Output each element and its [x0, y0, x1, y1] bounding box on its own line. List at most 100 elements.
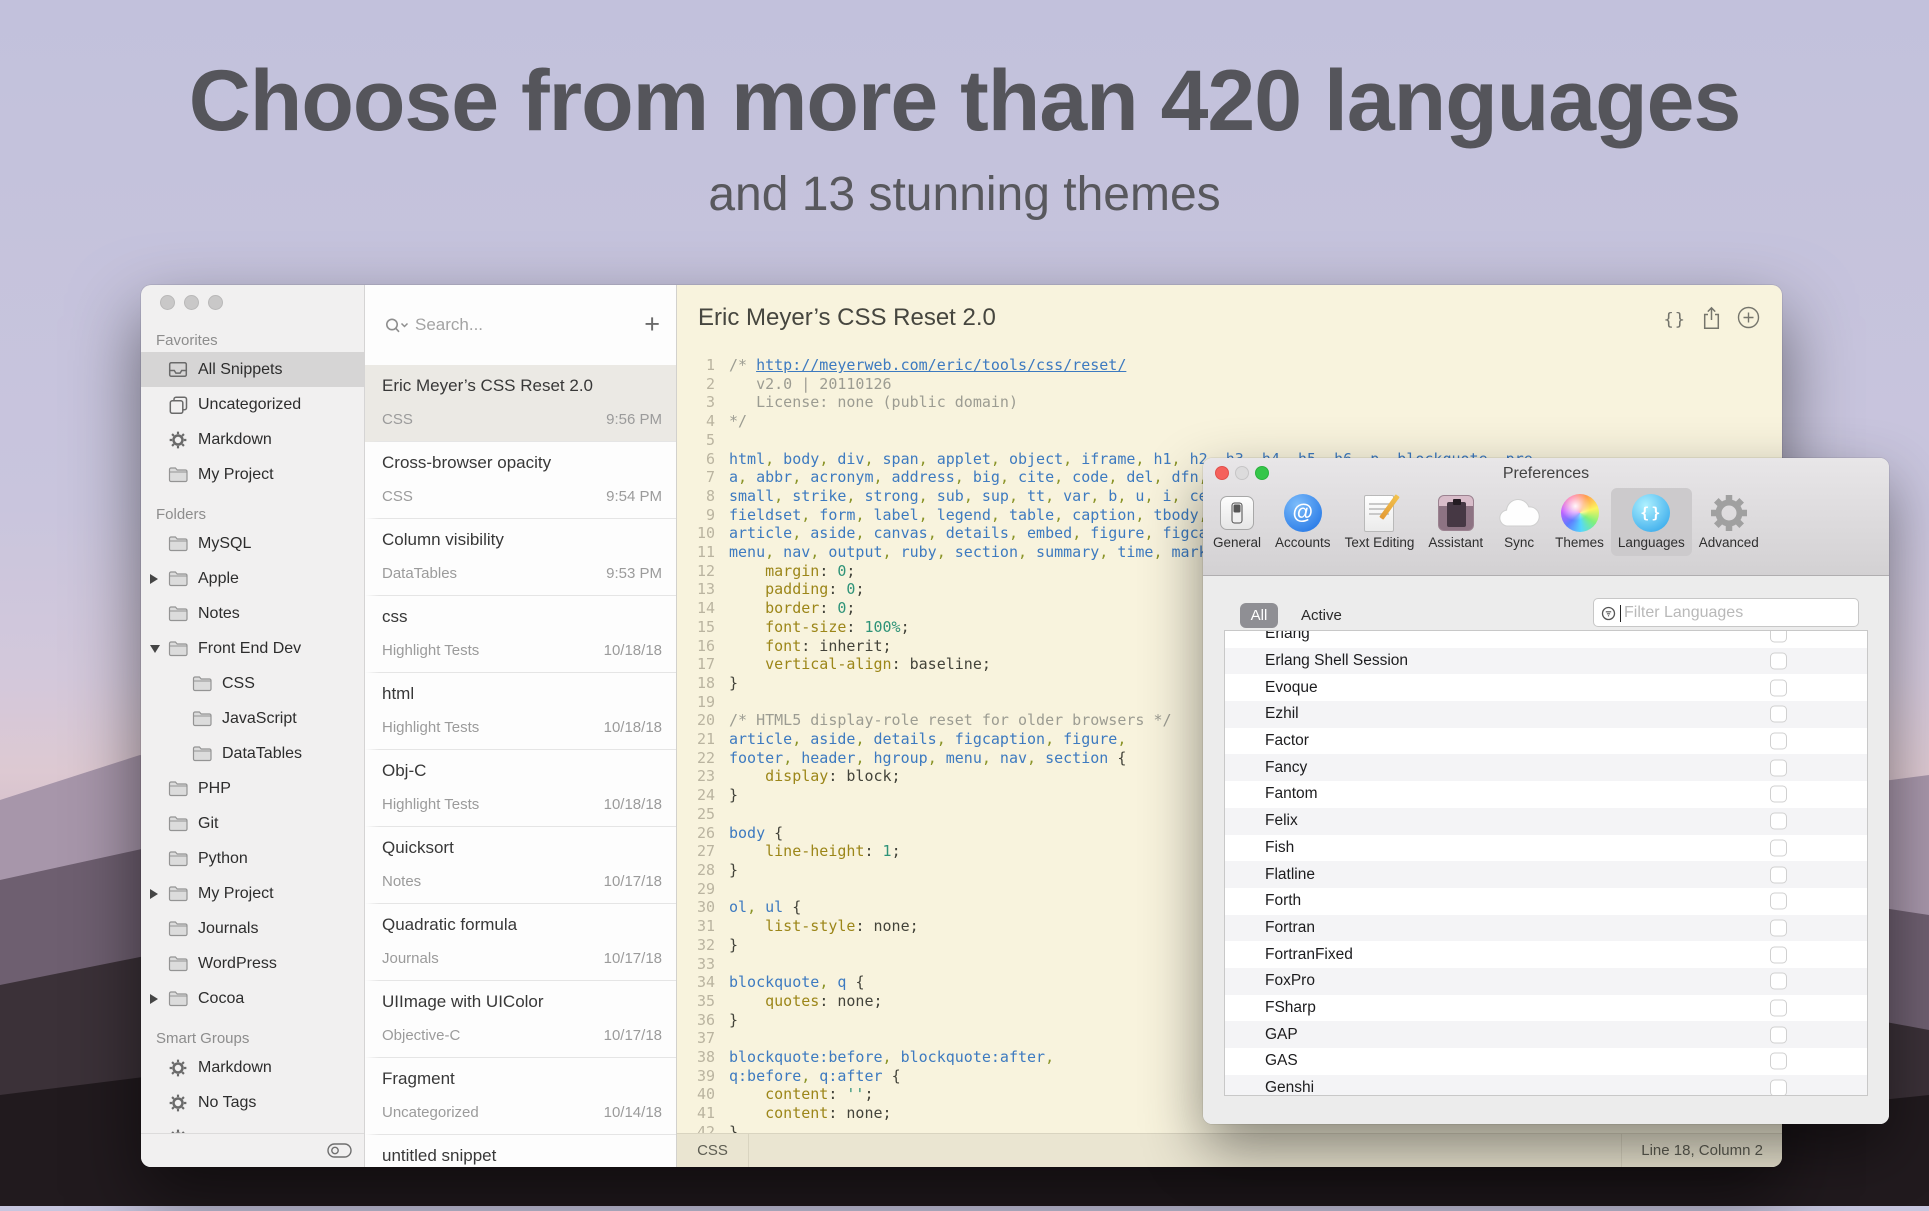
scope-all-button[interactable]: All	[1240, 603, 1278, 628]
snippet-title: Cross-browser opacity	[382, 453, 551, 473]
language-name: Felix	[1265, 812, 1298, 830]
fragments-icon[interactable]: {}	[1664, 310, 1686, 330]
snippet-timestamp: 9:54 PM	[606, 488, 662, 505]
language-list[interactable]: ErlangErlang Shell SessionEvoqueEzhilFac…	[1224, 630, 1868, 1096]
sidebar-item-datatables[interactable]: DataTables	[141, 736, 364, 771]
language-row-fsharp[interactable]: FSharp	[1225, 995, 1867, 1022]
disclosure-expanded-icon[interactable]	[150, 645, 160, 653]
language-checkbox[interactable]	[1770, 706, 1787, 723]
language-row-erlang-shell-session[interactable]: Erlang Shell Session	[1225, 648, 1867, 675]
sidebar-item-css[interactable]: CSS	[141, 666, 364, 701]
language-row-fish[interactable]: Fish	[1225, 835, 1867, 862]
sidebar-item-label: Cocoa	[198, 990, 244, 1008]
tab-sync[interactable]: Sync	[1490, 488, 1548, 556]
language-row-fantom[interactable]: Fantom	[1225, 781, 1867, 808]
add-snippet-button[interactable]: +	[644, 311, 660, 338]
code-text: body {	[729, 824, 783, 843]
sidebar-item-markdown[interactable]: Markdown	[141, 422, 364, 457]
search-input[interactable]: Search...	[415, 315, 483, 335]
language-checkbox[interactable]	[1770, 1080, 1787, 1096]
sidebar-item-all-snippets[interactable]: All Snippets	[141, 352, 364, 387]
sidebar-item-javascript[interactable]: JavaScript	[141, 701, 364, 736]
filter-languages-field[interactable]: Filter Languages	[1593, 598, 1859, 627]
language-row-gap[interactable]: GAP	[1225, 1021, 1867, 1048]
sidebar-item-journals[interactable]: Journals	[141, 911, 364, 946]
search-icon[interactable]	[385, 317, 412, 339]
language-checkbox[interactable]	[1770, 973, 1787, 990]
snippet-row-html[interactable]: htmlHighlight Tests10/18/18	[365, 673, 676, 750]
disclosure-collapsed-icon[interactable]	[150, 574, 158, 584]
snippet-title: html	[382, 684, 414, 704]
sidebar-item-cocoa[interactable]: Cocoa	[141, 981, 364, 1016]
language-checkbox[interactable]	[1770, 1053, 1787, 1070]
line-number: 32	[677, 936, 729, 955]
snippet-row-uiimage-with-uicolor[interactable]: UIImage with UIColorObjective-C10/17/18	[365, 981, 676, 1058]
tab-accounts[interactable]: @Accounts	[1268, 488, 1338, 556]
tab-themes[interactable]: Themes	[1548, 488, 1611, 556]
language-row-evoque[interactable]: Evoque	[1225, 674, 1867, 701]
language-checkbox[interactable]	[1770, 679, 1787, 696]
language-row-felix[interactable]: Felix	[1225, 808, 1867, 835]
sidebar-item-markdown[interactable]: Markdown	[141, 1050, 364, 1085]
snippet-row-untitled-snippet[interactable]: untitled snippetUncategorized	[365, 1135, 676, 1167]
tab-text-editing[interactable]: Text Editing	[1338, 488, 1422, 556]
language-checkbox[interactable]	[1770, 653, 1787, 670]
language-checkbox[interactable]	[1770, 733, 1787, 750]
language-row-fancy[interactable]: Fancy	[1225, 754, 1867, 781]
language-checkbox[interactable]	[1770, 630, 1787, 643]
snippet-row-css[interactable]: cssHighlight Tests10/18/18	[365, 596, 676, 673]
language-row-flatline[interactable]: Flatline	[1225, 861, 1867, 888]
sidebar-item-my-project[interactable]: My Project	[141, 876, 364, 911]
language-checkbox[interactable]	[1770, 813, 1787, 830]
language-badge[interactable]: CSS	[677, 1134, 749, 1167]
snippet-row-fragment[interactable]: FragmentUncategorized10/14/18	[365, 1058, 676, 1135]
snippet-row-column-visibility[interactable]: Column visibilityDataTables9:53 PM	[365, 519, 676, 596]
disclosure-collapsed-icon[interactable]	[150, 889, 158, 899]
tab-advanced[interactable]: Advanced	[1692, 488, 1766, 556]
language-row-ezhil[interactable]: Ezhil	[1225, 701, 1867, 728]
sidebar-item-uncategorized[interactable]: Uncategorized	[141, 387, 364, 422]
language-checkbox[interactable]	[1770, 893, 1787, 910]
disclosure-collapsed-icon[interactable]	[150, 994, 158, 1004]
sidebar-item-mysql[interactable]: MySQL	[141, 526, 364, 561]
tab-general[interactable]: General	[1206, 488, 1268, 556]
sidebar-item-git[interactable]: Git	[141, 806, 364, 841]
language-row-factor[interactable]: Factor	[1225, 728, 1867, 755]
snippet-row-cross-browser-opacity[interactable]: Cross-browser opacityCSS9:54 PM	[365, 442, 676, 519]
line-number: 30	[677, 898, 729, 917]
language-checkbox[interactable]	[1770, 786, 1787, 803]
language-checkbox[interactable]	[1770, 999, 1787, 1016]
language-row-foxpro[interactable]: FoxPro	[1225, 968, 1867, 995]
snippet-row-quicksort[interactable]: QuicksortNotes10/17/18	[365, 827, 676, 904]
language-row-fortran[interactable]: Fortran	[1225, 915, 1867, 942]
sidebar-item-python[interactable]: Python	[141, 841, 364, 876]
sidebar-item-item[interactable]	[141, 1120, 364, 1134]
language-checkbox[interactable]	[1770, 1026, 1787, 1043]
snippet-row-quadratic-formula[interactable]: Quadratic formulaJournals10/17/18	[365, 904, 676, 981]
language-row-gas[interactable]: GAS	[1225, 1048, 1867, 1075]
tab-assistant[interactable]: Assistant	[1421, 488, 1490, 556]
sidebar-item-php[interactable]: PHP	[141, 771, 364, 806]
sidebar-item-my-project[interactable]: My Project	[141, 457, 364, 492]
language-checkbox[interactable]	[1770, 919, 1787, 936]
tab-languages[interactable]: {}Languages	[1611, 488, 1692, 556]
sidebar-item-wordpress[interactable]: WordPress	[141, 946, 364, 981]
snippet-row-obj-c[interactable]: Obj-CHighlight Tests10/18/18	[365, 750, 676, 827]
language-row-forth[interactable]: Forth	[1225, 888, 1867, 915]
sidebar-item-front-end-dev[interactable]: Front End Dev	[141, 631, 364, 666]
language-checkbox[interactable]	[1770, 759, 1787, 776]
add-circle-icon[interactable]	[1737, 306, 1760, 334]
language-row-fortranfixed[interactable]: FortranFixed	[1225, 941, 1867, 968]
scope-active-button[interactable]: Active	[1301, 603, 1342, 628]
language-checkbox[interactable]	[1770, 866, 1787, 883]
sidebar-item-apple[interactable]: Apple	[141, 561, 364, 596]
sidebar-item-no-tags[interactable]: No Tags	[141, 1085, 364, 1120]
share-icon[interactable]	[1702, 306, 1721, 335]
language-checkbox[interactable]	[1770, 839, 1787, 856]
sidebar-toggle-icon[interactable]	[327, 1143, 352, 1163]
sidebar-item-notes[interactable]: Notes	[141, 596, 364, 631]
language-row-erlang[interactable]: Erlang	[1225, 630, 1867, 648]
language-row-genshi[interactable]: Genshi	[1225, 1075, 1867, 1096]
snippet-row-eric-meyer-s-css-reset-2-0[interactable]: Eric Meyer’s CSS Reset 2.0CSS9:56 PM	[365, 365, 676, 442]
language-checkbox[interactable]	[1770, 946, 1787, 963]
